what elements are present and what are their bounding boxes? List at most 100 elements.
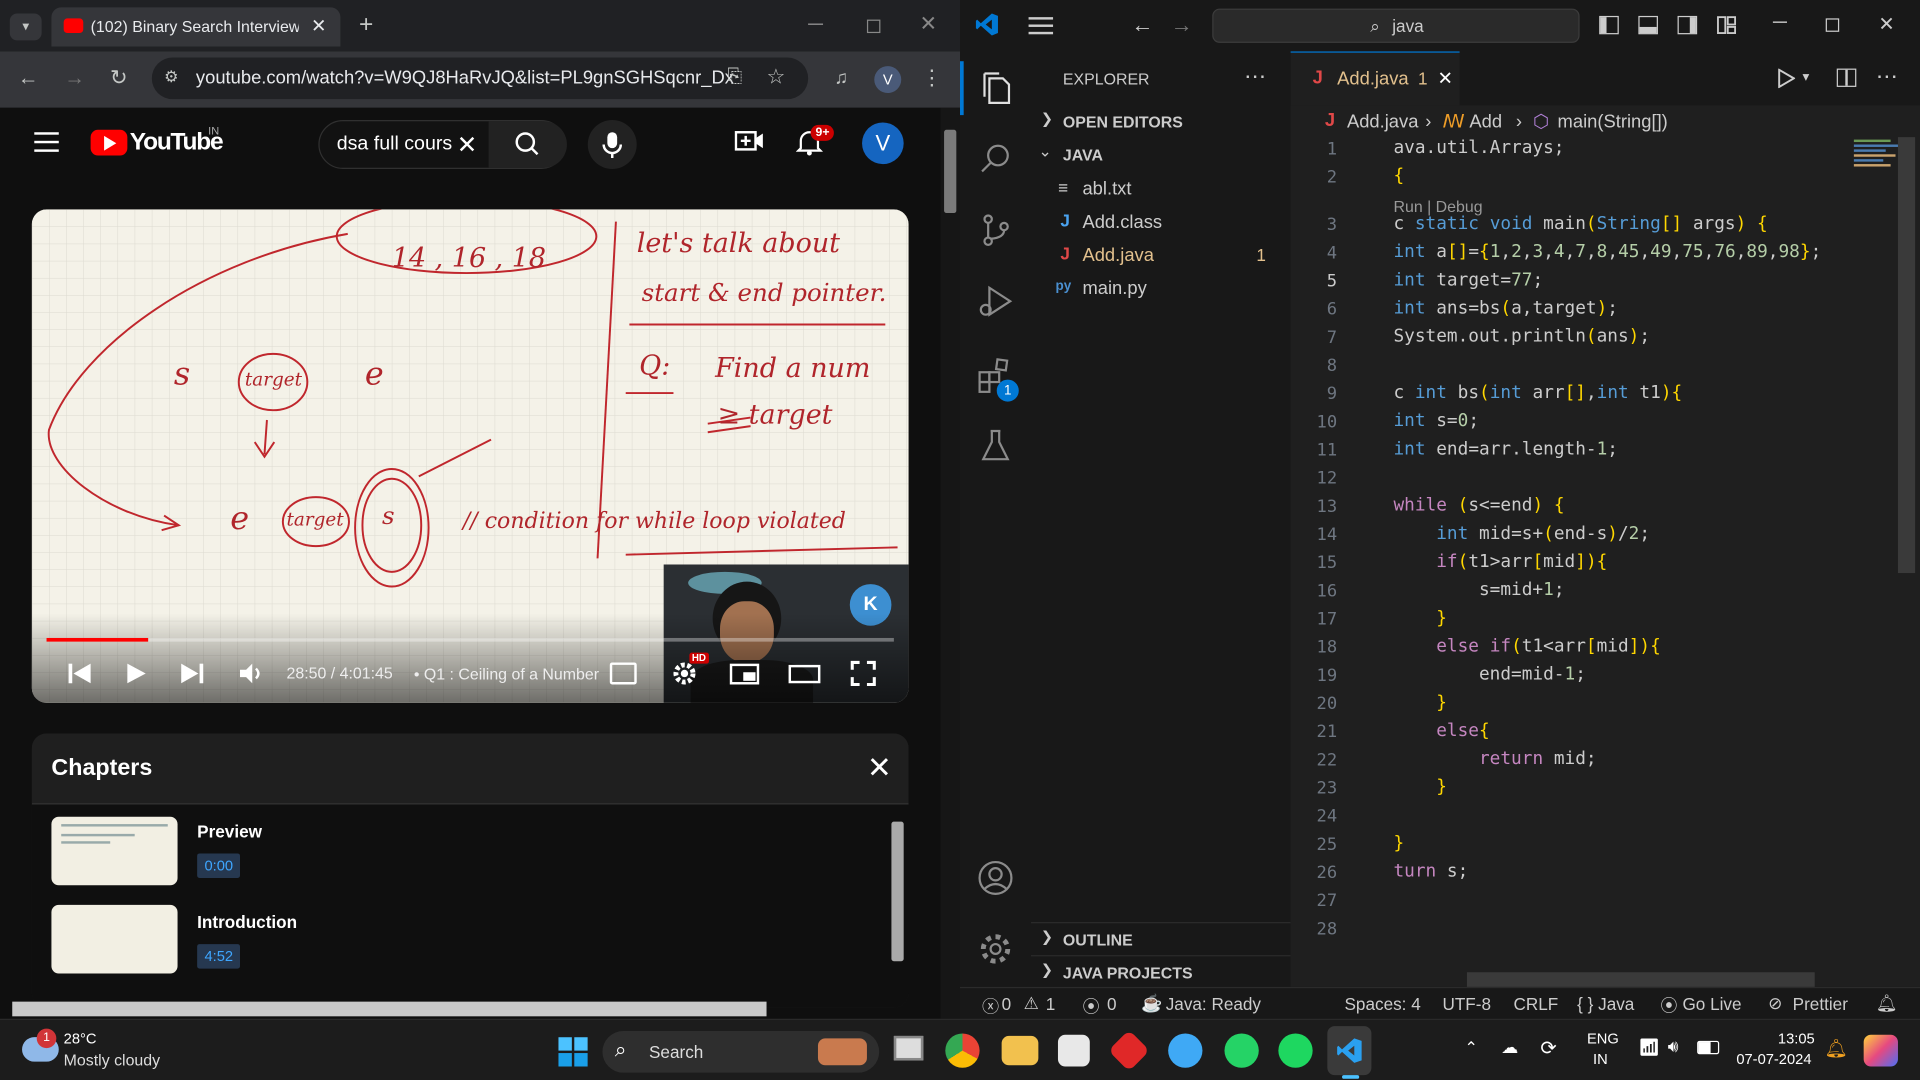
editor-tab-add-java[interactable]: J Add.java 1 ✕ — [1290, 51, 1460, 106]
accounts-icon[interactable] — [977, 860, 1014, 897]
progress-track[interactable] — [46, 637, 894, 642]
java-projects-section[interactable]: ❯ JAVA PROJECTS — [1031, 955, 1291, 984]
profile-avatar[interactable]: V — [874, 66, 902, 94]
clock-date[interactable]: 07-07-2024 — [1736, 1051, 1811, 1068]
create-video-icon[interactable] — [734, 130, 763, 152]
anydesk-icon[interactable] — [1108, 1029, 1150, 1072]
code-line[interactable]: turn s; — [1393, 862, 1468, 882]
sync-icon[interactable]: ⟳ — [1540, 1036, 1556, 1060]
breadcrumb-method[interactable]: main(String[]) — [1558, 111, 1668, 132]
run-dropdown-icon[interactable]: ▾ — [1802, 69, 1809, 85]
theater-mode-icon[interactable] — [788, 664, 821, 684]
clear-search-icon[interactable]: ✕ — [457, 130, 478, 161]
toggle-panel-icon[interactable] — [1638, 15, 1658, 35]
ports-icon[interactable]: ⦿ — [1082, 994, 1099, 1018]
code-line[interactable]: int target=77; — [1393, 271, 1543, 291]
copilot-icon[interactable] — [1863, 1034, 1898, 1067]
go-live-button[interactable]: Go Live — [1682, 994, 1741, 1014]
youtube-logo-icon[interactable] — [90, 129, 128, 156]
miniplayer-icon[interactable] — [729, 663, 760, 685]
source-control-icon[interactable] — [980, 213, 1012, 247]
code-line[interactable]: } — [1393, 609, 1447, 629]
settings-gear-icon[interactable] — [671, 660, 698, 687]
battery-icon[interactable] — [1697, 1040, 1720, 1055]
code-line[interactable]: ava.util.Arrays; — [1393, 138, 1564, 158]
close-window-button[interactable]: ✕ — [916, 12, 940, 36]
file-explorer-icon[interactable] — [1001, 1035, 1039, 1066]
onedrive-icon[interactable]: ☁ — [1501, 1037, 1518, 1058]
chapter-item[interactable]: Introduction 4:52 — [51, 904, 884, 976]
error-icon[interactable]: ⓧ — [982, 994, 999, 1018]
hamburger-menu-icon[interactable] — [34, 132, 59, 152]
chapter-timestamp[interactable]: 4:52 — [197, 944, 241, 969]
page-scrollbar[interactable] — [940, 107, 961, 1019]
code-line[interactable]: else if(t1<arr[mid]){ — [1393, 637, 1661, 657]
video-player[interactable]: 14 , 16 , 18 let's talk about start & en… — [31, 209, 909, 703]
nav-back-icon[interactable]: ← — [1131, 12, 1153, 38]
weather-description[interactable]: Mostly cloudy — [64, 1051, 160, 1069]
error-count[interactable]: 0 — [1002, 994, 1012, 1014]
code-line[interactable]: int ans=bs(a,target); — [1393, 299, 1618, 319]
explorer-more-icon[interactable]: ⋯ — [1244, 64, 1266, 90]
new-tab-button[interactable]: + — [353, 12, 380, 36]
bookmark-star-icon[interactable]: ☆ — [767, 65, 786, 89]
spotify-icon[interactable] — [1278, 1033, 1313, 1068]
tab-search-button[interactable]: ▾ — [9, 13, 42, 41]
code-line[interactable]: c int bs(int arr[],int t1){ — [1393, 383, 1682, 403]
minimize-button[interactable]: ─ — [1773, 12, 1787, 34]
close-window-button[interactable]: ✕ — [1878, 12, 1894, 36]
editor-horizontal-scrollbar[interactable] — [1466, 972, 1815, 987]
code-line[interactable]: int a[]={1,2,3,4,7,8,45,49,75,76,89,98}; — [1393, 242, 1821, 262]
java-folder-section[interactable]: ⌄ JAVA — [1031, 140, 1291, 169]
editor-vertical-scrollbar[interactable] — [1897, 137, 1916, 574]
indentation-status[interactable]: Spaces: 4 — [1344, 994, 1420, 1014]
toggle-secondary-sidebar-icon[interactable] — [1677, 15, 1698, 35]
prettier-status[interactable]: Prettier — [1793, 994, 1848, 1014]
fullscreen-icon[interactable] — [850, 660, 877, 687]
play-icon[interactable] — [125, 662, 147, 684]
customize-layout-icon[interactable] — [1717, 16, 1737, 34]
code-line[interactable]: if(t1>arr[mid]){ — [1393, 552, 1607, 572]
chapters-scrollbar[interactable] — [891, 821, 904, 962]
account-avatar[interactable]: V — [862, 122, 904, 165]
testing-flask-icon[interactable] — [980, 429, 1012, 463]
search-icon[interactable] — [980, 142, 1012, 174]
whatsapp-icon[interactable] — [1224, 1033, 1259, 1068]
code-line[interactable]: return mid; — [1393, 749, 1597, 769]
eol-status[interactable]: CRLF — [1513, 994, 1558, 1014]
code-editor[interactable]: 1 ava.util.Arrays; 2 {3 c static void main(S… — [1291, 137, 1896, 970]
maximize-button[interactable] — [866, 19, 881, 34]
chrome-taskbar-icon[interactable] — [945, 1033, 980, 1068]
search-button[interactable] — [488, 121, 567, 168]
minimize-button[interactable]: ─ — [803, 12, 827, 36]
open-editors-section[interactable]: ❯ OPEN EDITORS — [1031, 107, 1291, 136]
file-item-abl-txt[interactable]: ≡ abl.txt — [1031, 173, 1291, 205]
manage-gear-icon[interactable] — [977, 931, 1014, 968]
file-item-main-py[interactable]: py main.py — [1031, 272, 1291, 304]
code-line[interactable]: s=mid+1; — [1393, 580, 1565, 600]
reload-icon[interactable]: ↻ — [105, 66, 132, 90]
menu-icon[interactable] — [1028, 17, 1054, 35]
outline-section[interactable]: ❯ OUTLINE — [1031, 922, 1291, 951]
chrome-menu-icon[interactable]: ⋮ — [921, 66, 943, 90]
code-line[interactable]: else{ — [1393, 721, 1489, 741]
warning-icon[interactable]: ⚠ — [1024, 993, 1039, 1014]
weather-temperature[interactable]: 28°C — [64, 1030, 97, 1047]
codelens-run-debug[interactable]: Run | Debug — [1393, 197, 1482, 215]
vscode-taskbar-button[interactable] — [1327, 1026, 1372, 1076]
horizontal-scrollbar[interactable] — [12, 1001, 767, 1017]
code-line[interactable]: } — [1393, 834, 1404, 854]
chapter-timestamp[interactable]: 0:00 — [197, 853, 241, 878]
close-chapters-icon[interactable]: ✕ — [867, 751, 892, 787]
language-line2[interactable]: IN — [1593, 1051, 1608, 1068]
chapter-item[interactable]: Preview 0:00 — [51, 816, 884, 888]
breadcrumb-file[interactable]: Add.java — [1347, 111, 1418, 132]
clock-time[interactable]: 13:05 — [1744, 1030, 1815, 1047]
code-line[interactable]: } — [1393, 778, 1447, 798]
editor-more-icon[interactable]: ⋯ — [1876, 64, 1898, 90]
notification-bell-icon[interactable]: 🔔︎ — [1824, 1037, 1847, 1059]
file-item-add-class[interactable]: J Add.class — [1031, 206, 1291, 238]
ports-count[interactable]: 0 — [1107, 994, 1117, 1014]
run-debug-icon[interactable] — [977, 284, 1014, 321]
explorer-files-icon[interactable] — [980, 71, 1012, 105]
